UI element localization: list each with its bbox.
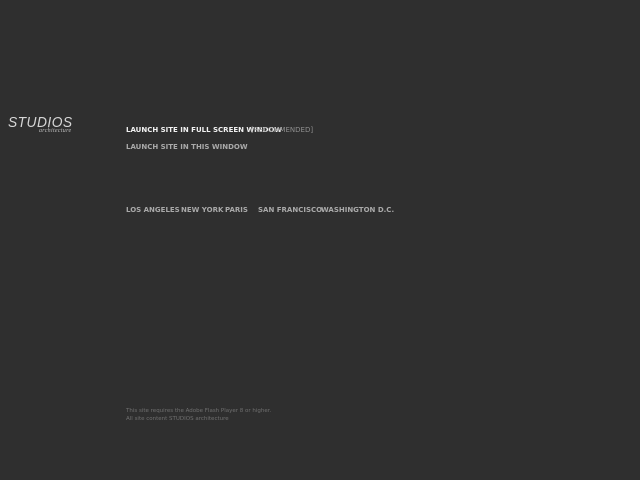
recommended-note: [RECOMMENDED]: [251, 126, 314, 134]
city-link-san-francisco[interactable]: SAN FRANCISCO: [258, 206, 322, 215]
logo-tagline: architecture: [39, 128, 72, 134]
launch-this-window-link[interactable]: LAUNCH SITE IN THIS WINDOW: [126, 143, 248, 152]
city-link-paris[interactable]: PARIS: [225, 206, 248, 215]
city-link-washington-dc[interactable]: WASHINGTON D.C.: [321, 206, 394, 215]
city-link-los-angeles[interactable]: LOS ANGELES: [126, 206, 180, 215]
splash-page: STUDIOS architecture LAUNCH SITE IN FULL…: [0, 0, 640, 480]
city-link-new-york[interactable]: NEW YORK: [181, 206, 223, 215]
studios-logo[interactable]: STUDIOS architecture: [8, 115, 88, 139]
copyright-note: All site content STUDIOS architecture: [126, 416, 229, 422]
flash-requirement-note: This site requires the Adobe Flash Playe…: [126, 408, 272, 414]
